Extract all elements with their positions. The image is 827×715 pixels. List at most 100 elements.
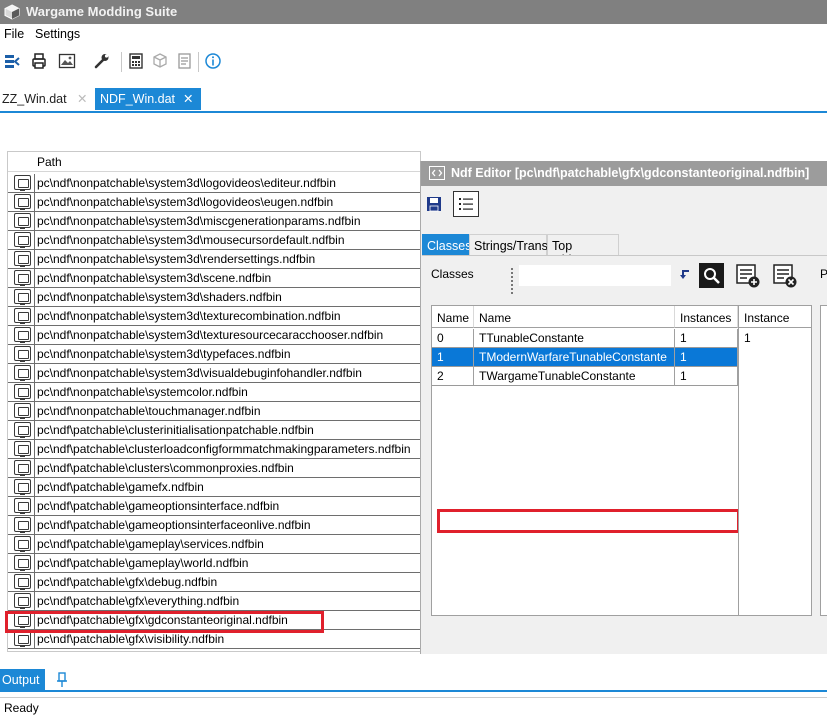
search-button[interactable] bbox=[699, 263, 724, 288]
class-instances-cell[interactable]: 1 bbox=[675, 367, 738, 386]
ndf-file-icon bbox=[14, 403, 31, 419]
class-search-input[interactable] bbox=[519, 265, 671, 286]
list-view-button[interactable] bbox=[453, 191, 479, 217]
class-name-cell[interactable]: TWargameTunableConstante bbox=[474, 367, 675, 386]
file-row[interactable]: pc\ndf\nonpatchable\system3d\scene.ndfbi… bbox=[8, 269, 420, 288]
column-header-name[interactable]: Name bbox=[474, 306, 675, 328]
column-divider bbox=[34, 497, 35, 516]
column-divider bbox=[34, 345, 35, 364]
tab-label: ZZ_Win.dat bbox=[2, 92, 67, 106]
file-path: pc\ndf\patchable\gfx\visibility.ndfbin bbox=[37, 632, 225, 646]
ndf-file-icon bbox=[14, 498, 31, 514]
file-row[interactable]: pc\ndf\patchable\gameplay\world.ndfbin bbox=[8, 554, 420, 573]
tab-ndf-win[interactable]: NDF_Win.dat ✕ bbox=[95, 88, 201, 110]
file-list-header[interactable]: Path bbox=[8, 152, 420, 172]
ndf-file-icon bbox=[14, 232, 31, 248]
column-header-instances[interactable]: Instances bbox=[675, 306, 738, 328]
ndf-file-icon bbox=[14, 308, 31, 324]
ndf-editor-window: Ndf Editor [pc\ndf\patchable\gfx\gdconst… bbox=[420, 161, 827, 654]
file-row[interactable]: pc\ndf\nonpatchable\system3d\typefaces.n… bbox=[8, 345, 420, 364]
cube-icon[interactable] bbox=[151, 52, 169, 70]
ndf-file-icon bbox=[14, 327, 31, 343]
file-path: pc\ndf\nonpatchable\system3d\scene.ndfbi… bbox=[37, 271, 272, 285]
column-divider bbox=[34, 250, 35, 269]
file-row[interactable]: pc\ndf\patchable\clusterloadconfigformma… bbox=[8, 440, 420, 459]
class-index-cell[interactable]: 1 bbox=[432, 348, 474, 367]
file-row[interactable]: pc\ndf\patchable\gamefx.ndfbin bbox=[8, 478, 420, 497]
tab-strings-trans[interactable]: Strings/Trans bbox=[469, 234, 548, 255]
tab-underline bbox=[0, 111, 827, 113]
menu-file[interactable]: File bbox=[4, 27, 24, 41]
file-row[interactable]: pc\ndf\nonpatchable\system3d\texturecomb… bbox=[8, 307, 420, 326]
remove-instance-icon[interactable] bbox=[772, 263, 798, 289]
import-icon[interactable] bbox=[3, 52, 21, 70]
close-icon[interactable]: ✕ bbox=[77, 91, 87, 106]
wrench-icon[interactable] bbox=[93, 52, 111, 70]
file-row[interactable]: pc\ndf\patchable\gfx\everything.ndfbin bbox=[8, 592, 420, 611]
properties-label-partial: P bbox=[820, 267, 827, 281]
search-icon bbox=[704, 268, 720, 284]
column-header-index[interactable]: Name bbox=[432, 306, 474, 328]
file-path: pc\ndf\patchable\gfx\debug.ndfbin bbox=[37, 575, 218, 589]
add-instance-icon[interactable] bbox=[735, 263, 761, 289]
file-row[interactable]: pc\ndf\nonpatchable\system3d\texturesour… bbox=[8, 326, 420, 345]
column-divider bbox=[34, 269, 35, 288]
instance-cell[interactable]: 1 bbox=[739, 329, 811, 348]
toolbar-separator bbox=[198, 52, 199, 72]
class-index-cell[interactable]: 0 bbox=[432, 329, 474, 348]
classes-grid: Name Name Instances 0 TTunableConstante 1 1… bbox=[431, 305, 739, 616]
file-row[interactable]: pc\ndf\nonpatchable\system3d\rendersetti… bbox=[8, 250, 420, 269]
file-row[interactable]: pc\ndf\patchable\gameoptionsinterfaceonl… bbox=[8, 516, 420, 535]
status-bar: Ready bbox=[0, 697, 827, 715]
close-icon[interactable]: ✕ bbox=[183, 91, 193, 106]
file-path: pc\ndf\nonpatchable\systemcolor.ndfbin bbox=[37, 385, 248, 399]
file-row[interactable]: pc\ndf\nonpatchable\system3d\mousecursor… bbox=[8, 231, 420, 250]
file-row[interactable]: pc\ndf\nonpatchable\system3d\logovideos\… bbox=[8, 174, 420, 193]
class-instances-cell[interactable]: 1 bbox=[675, 348, 738, 367]
file-path: pc\ndf\patchable\gamefx.ndfbin bbox=[37, 480, 204, 494]
tab-label: NDF_Win.dat bbox=[100, 92, 176, 106]
column-divider bbox=[34, 516, 35, 535]
file-row[interactable]: pc\ndf\patchable\gfx\debug.ndfbin bbox=[8, 573, 420, 592]
print-icon[interactable] bbox=[30, 52, 48, 70]
column-divider bbox=[34, 288, 35, 307]
clear-filter-icon[interactable] bbox=[678, 268, 692, 284]
file-row[interactable]: pc\ndf\patchable\clusters\commonproxies.… bbox=[8, 459, 420, 478]
info-icon[interactable] bbox=[204, 52, 222, 70]
image-icon[interactable] bbox=[58, 52, 76, 70]
tab-zz-win[interactable]: ZZ_Win.dat ✕ bbox=[0, 88, 95, 110]
file-row[interactable]: pc\ndf\nonpatchable\system3d\miscgenerat… bbox=[8, 212, 420, 231]
file-row[interactable]: pc\ndf\nonpatchable\touchmanager.ndfbin bbox=[8, 402, 420, 421]
file-row[interactable]: pc\ndf\nonpatchable\system3d\visualdebug… bbox=[8, 364, 420, 383]
class-instances-cell[interactable]: 1 bbox=[675, 329, 738, 348]
calculator-icon[interactable] bbox=[127, 52, 145, 70]
ndf-file-icon bbox=[14, 346, 31, 362]
ndf-file-icon bbox=[14, 479, 31, 495]
tab-top-objects[interactable]: Top Objects bbox=[547, 234, 619, 267]
column-divider bbox=[34, 193, 35, 212]
document-list-icon[interactable] bbox=[175, 52, 193, 70]
save-icon[interactable] bbox=[426, 196, 442, 212]
file-row[interactable]: pc\ndf\patchable\clusterinitialisationpa… bbox=[8, 421, 420, 440]
file-row[interactable]: pc\ndf\patchable\gameplay\services.ndfbi… bbox=[8, 535, 420, 554]
window-title: Wargame Modding Suite bbox=[26, 4, 178, 19]
output-tab[interactable]: Output bbox=[0, 669, 45, 690]
path-column-header: Path bbox=[37, 155, 62, 169]
column-header-instance[interactable]: Instance bbox=[739, 306, 811, 328]
file-row[interactable]: pc\ndf\nonpatchable\system3d\logovideos\… bbox=[8, 193, 420, 212]
class-name-cell[interactable]: TTunableConstante bbox=[474, 329, 675, 348]
file-path: pc\ndf\nonpatchable\system3d\texturesour… bbox=[37, 328, 384, 342]
status-text: Ready bbox=[4, 701, 39, 715]
title-bar: Wargame Modding Suite bbox=[0, 0, 827, 24]
file-row[interactable]: pc\ndf\nonpatchable\systemcolor.ndfbin bbox=[8, 383, 420, 402]
pin-icon[interactable] bbox=[56, 672, 68, 688]
ndf-file-icon bbox=[14, 536, 31, 552]
file-path: pc\ndf\nonpatchable\system3d\miscgenerat… bbox=[37, 214, 361, 228]
class-name-cell[interactable]: TModernWarfareTunableConstante bbox=[474, 348, 675, 367]
file-row[interactable]: pc\ndf\patchable\gameoptionsinterface.nd… bbox=[8, 497, 420, 516]
column-divider bbox=[34, 402, 35, 421]
file-row[interactable]: pc\ndf\nonpatchable\system3d\shaders.ndf… bbox=[8, 288, 420, 307]
tab-classes[interactable]: Classes bbox=[422, 234, 471, 255]
menu-settings[interactable]: Settings bbox=[35, 27, 80, 41]
class-index-cell[interactable]: 2 bbox=[432, 367, 474, 386]
